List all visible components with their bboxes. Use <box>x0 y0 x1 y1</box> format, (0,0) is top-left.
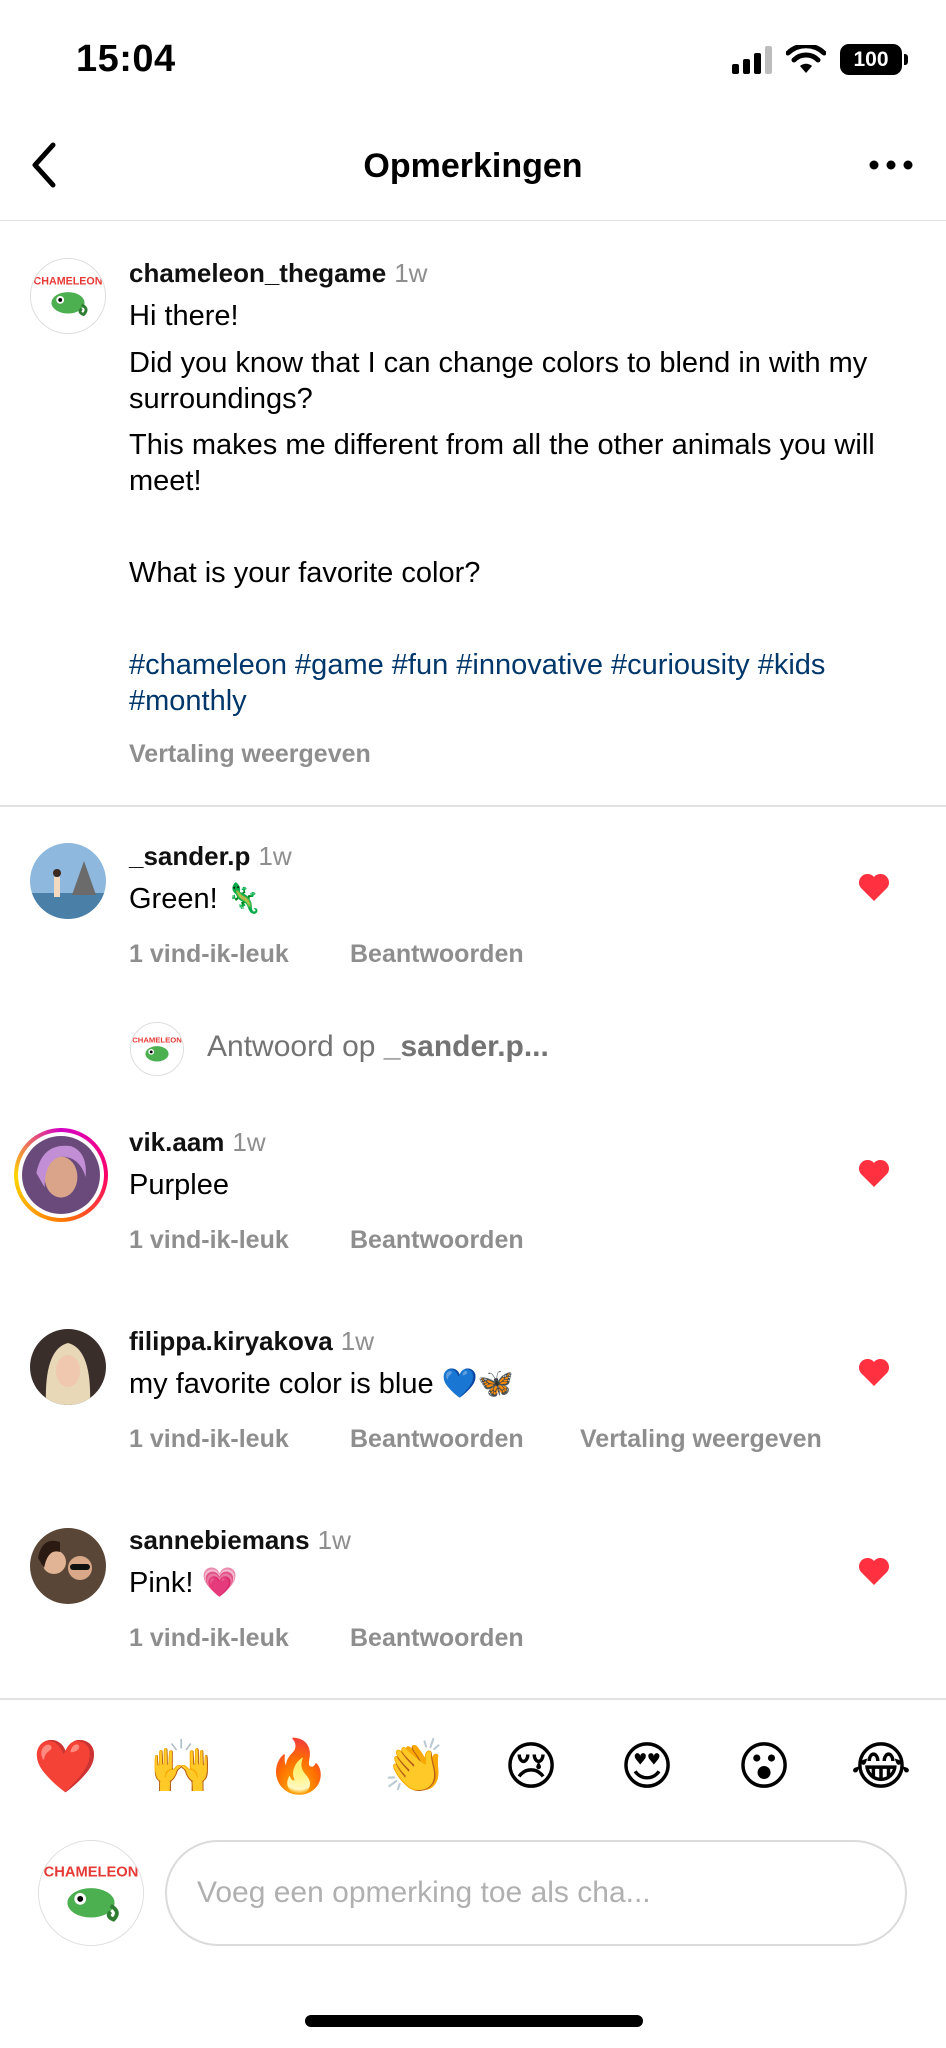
avatar[interactable] <box>30 1329 106 1405</box>
avatar[interactable] <box>14 1128 108 1222</box>
reply-avatar: CHAMELEON <box>130 1022 184 1076</box>
comment-username[interactable]: vik.aam 1w <box>129 1127 266 1158</box>
status-bar: 15:04 100 <box>0 0 946 110</box>
svg-text:CHAMELEON: CHAMELEON <box>34 275 103 287</box>
more-options-button[interactable] <box>856 135 926 195</box>
battery-icon: 100 <box>840 44 908 75</box>
emoji-heart-button[interactable]: ❤️ <box>33 1736 98 1798</box>
avatar[interactable] <box>30 1528 106 1604</box>
page-title: Opmerkingen <box>363 147 583 185</box>
divider <box>0 805 946 807</box>
comment-username[interactable]: _sander.p 1w <box>129 841 292 872</box>
like-count[interactable]: 1 vind-ik-leuk <box>129 940 289 969</box>
translate-caption-button[interactable]: Vertaling weergeven <box>129 740 371 769</box>
like-heart-icon[interactable] <box>857 1357 891 1387</box>
comment-username[interactable]: filippa.kiryakova 1w <box>129 1326 374 1357</box>
emoji-crying-button[interactable]: 😢 <box>500 1736 562 1798</box>
comment-input[interactable]: Voeg een opmerking toe als cha... <box>165 1840 907 1946</box>
like-heart-icon[interactable] <box>857 1556 891 1586</box>
svg-text:CHAMELEON: CHAMELEON <box>44 1864 139 1880</box>
emoji-raised-hands-button[interactable]: 🙌 <box>149 1736 214 1798</box>
cellular-signal-icon <box>732 45 772 74</box>
composer-avatar: CHAMELEON <box>38 1840 144 1946</box>
reply-button[interactable]: Beantwoorden <box>350 1624 524 1653</box>
translate-comment-button[interactable]: Vertaling weergeven <box>580 1425 822 1454</box>
chameleon-logo-icon: CHAMELEON <box>131 1023 183 1075</box>
caption-hashtags[interactable]: #chameleon #game #fun #innovative #curio… <box>129 647 899 719</box>
reply-button[interactable]: Beantwoorden <box>350 940 524 969</box>
emoji-clap-button[interactable]: 👏 <box>383 1736 448 1798</box>
svg-text:CHAMELEON: CHAMELEON <box>132 1035 182 1044</box>
avatar[interactable] <box>30 843 106 919</box>
like-count[interactable]: 1 vind-ik-leuk <box>129 1425 289 1454</box>
post-author-username[interactable]: chameleon_thegame 1w <box>129 258 427 289</box>
user-photo-icon <box>30 843 106 919</box>
emoji-surprised-button[interactable]: 😮 <box>733 1736 795 1798</box>
emoji-heart-eyes-button[interactable]: 😍 <box>616 1736 678 1798</box>
like-count[interactable]: 1 vind-ik-leuk <box>129 1226 289 1255</box>
post-author-avatar[interactable]: CHAMELEON <box>30 258 106 334</box>
emoji-quick-bar: ❤️ 🙌 🔥 👏 😢 😍 😮 😂 <box>0 1700 946 1830</box>
caption-line: This makes me different from all the oth… <box>129 429 875 497</box>
comment-input-placeholder: Voeg een opmerking toe als cha... <box>197 1876 651 1909</box>
caption-line: What is your favorite color? <box>129 557 481 589</box>
reply-button[interactable]: Beantwoorden <box>350 1425 524 1454</box>
user-photo-icon <box>30 1528 106 1604</box>
caption-line: Did you know that I can change colors to… <box>129 347 868 415</box>
emoji-laughing-button[interactable]: 😂 <box>850 1736 912 1798</box>
view-replies-link[interactable]: Antwoord op _sander.p... <box>207 1030 549 1064</box>
chameleon-logo-icon: CHAMELEON <box>39 1841 143 1945</box>
post-age: 1w <box>394 258 428 288</box>
comment-text: Pink! 💗 <box>129 1567 238 1599</box>
wifi-icon <box>786 44 826 73</box>
status-time: 15:04 <box>76 38 176 80</box>
reply-button[interactable]: Beantwoorden <box>350 1226 524 1255</box>
comment-text: Purplee <box>129 1169 229 1201</box>
nav-bar: Opmerkingen <box>0 115 946 221</box>
comment-username[interactable]: sannebiemans 1w <box>129 1525 351 1556</box>
caption-line: Hi there! <box>129 300 239 332</box>
ellipsis-icon <box>869 160 913 170</box>
chameleon-logo-icon: CHAMELEON <box>31 259 105 333</box>
comment-text: my favorite color is blue 💙🦋 <box>129 1368 514 1400</box>
like-count[interactable]: 1 vind-ik-leuk <box>129 1624 289 1653</box>
user-photo-icon <box>30 1329 106 1405</box>
like-heart-icon[interactable] <box>857 872 891 902</box>
home-indicator[interactable] <box>305 2015 643 2027</box>
emoji-fire-button[interactable]: 🔥 <box>266 1736 331 1798</box>
comment-text: Green! 🦎 <box>129 883 262 915</box>
status-icons: 100 <box>732 44 908 75</box>
like-heart-icon[interactable] <box>857 1158 891 1188</box>
user-photo-icon <box>22 1136 100 1214</box>
